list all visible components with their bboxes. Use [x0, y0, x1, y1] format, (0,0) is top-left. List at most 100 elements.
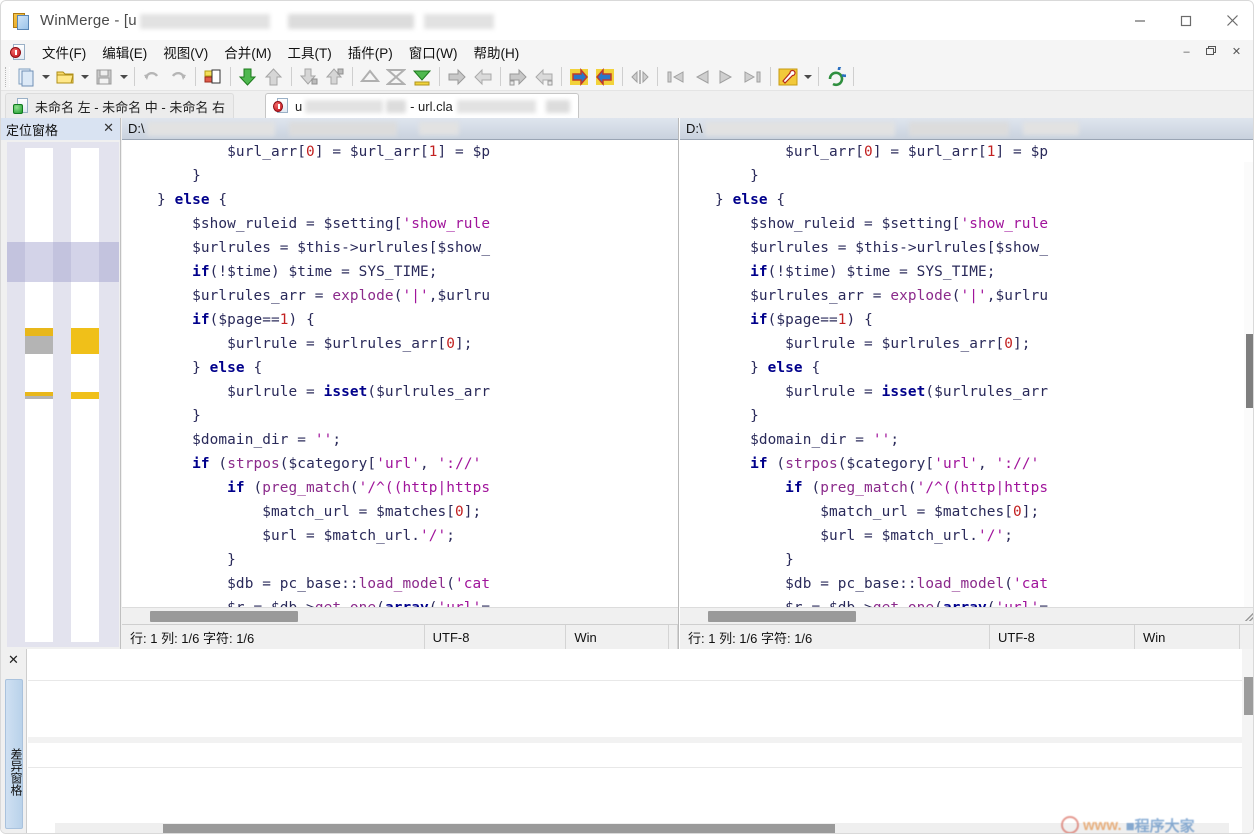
merge-down-green-icon[interactable]: [409, 64, 435, 90]
merge-collapse-icon[interactable]: [383, 64, 409, 90]
left-horizontal-scrollbar[interactable]: [122, 607, 678, 624]
toolbar-separator: [561, 67, 562, 86]
diff-marker-left-1-gray[interactable]: [25, 336, 53, 354]
first-difference-icon[interactable]: [662, 64, 688, 90]
location-pane: 定位窗格 ✕: [1, 118, 121, 649]
copy-left-and-advance-icon[interactable]: [531, 64, 557, 90]
toolbar-separator: [770, 67, 771, 86]
menu-plugins[interactable]: 插件(P): [340, 40, 401, 64]
diff-detail-hscroll-thumb[interactable]: [163, 824, 835, 833]
title-bar: WinMerge - [u: [1, 1, 1253, 40]
menu-view[interactable]: 视图(V): [155, 40, 216, 64]
redo-icon[interactable]: [165, 64, 191, 90]
menu-help[interactable]: 帮助(H): [465, 40, 527, 64]
code-line: $db = pc_base::load_model('cat: [122, 576, 491, 592]
watermark-text-orange: www.: [1083, 816, 1122, 834]
right-code-area[interactable]: $url_arr[0] = $url_arr[1] = $p } } else …: [680, 140, 1253, 614]
mdi-close-button[interactable]: ✕: [1224, 42, 1249, 61]
diff-detail-row-bottom: [28, 743, 1242, 768]
new-file-dropdown-icon[interactable]: [39, 64, 52, 90]
diff-detail-close-icon[interactable]: ✕: [8, 652, 19, 668]
left-status-eol: Win: [566, 624, 669, 650]
diff-detail-body[interactable]: [28, 649, 1242, 833]
location-pane-close-icon[interactable]: ✕: [103, 121, 114, 135]
tab-url-class[interactable]: u - url.cla: [265, 93, 579, 118]
right-vertical-scrollbar[interactable]: [1244, 162, 1253, 614]
diff-detail-vscrollbar[interactable]: [1242, 649, 1253, 833]
diff-marker-left-2-gray[interactable]: [25, 396, 53, 399]
copy-all-up-icon[interactable]: [261, 64, 287, 90]
last-difference-icon[interactable]: [740, 64, 766, 90]
show-differences-icon[interactable]: [200, 64, 226, 90]
diff-detail-hscrollbar[interactable]: [55, 823, 1229, 833]
location-pane-body[interactable]: [7, 142, 119, 647]
maximize-button[interactable]: [1163, 1, 1209, 40]
code-line: $urlrule = isset($urlrules_arr: [680, 384, 1049, 400]
save-dropdown-icon[interactable]: [117, 64, 130, 90]
menu-edit[interactable]: 编辑(E): [94, 40, 155, 64]
right-horizontal-scrollbar[interactable]: [680, 607, 1253, 624]
open-folder-dropdown-icon[interactable]: [78, 64, 91, 90]
diff-detail-vscroll-thumb[interactable]: [1244, 677, 1253, 715]
options-icon[interactable]: [775, 64, 801, 90]
new-file-icon[interactable]: [13, 64, 39, 90]
pane-resize-grip[interactable]: [1242, 610, 1253, 621]
right-file-path-header[interactable]: D:\: [680, 118, 1253, 140]
open-folder-icon[interactable]: [52, 64, 78, 90]
document-conflict-icon: [10, 43, 28, 61]
diff-marker-right-2[interactable]: [71, 392, 99, 399]
menu-merge[interactable]: 合并(M): [216, 40, 279, 64]
diff-detail-vertical-tab[interactable]: 差异窗格: [5, 679, 23, 829]
copy-up-diff-icon[interactable]: [322, 64, 348, 90]
next-difference-icon[interactable]: [714, 64, 740, 90]
right-hscroll-thumb[interactable]: [708, 611, 856, 622]
copy-to-right-icon[interactable]: [566, 64, 592, 90]
code-line: }: [680, 408, 759, 424]
toolbar-separator: [853, 67, 854, 86]
right-status-bar: 行: 1 列: 1/6 字符: 1/6 UTF-8 Win: [680, 624, 1253, 650]
diff-detail-sidebar: ✕ 差异窗格: [1, 649, 27, 833]
code-line: if (strpos($category['url', '://': [750, 456, 1040, 472]
copy-right-and-advance-icon[interactable]: [505, 64, 531, 90]
toolbar-separator: [134, 67, 135, 86]
code-line: $urlrules = $this->urlrules[$show_: [122, 240, 491, 256]
code-line: $url_arr[0] = $url_arr[1] = $p: [785, 144, 1049, 160]
left-hscroll-thumb[interactable]: [150, 611, 298, 622]
toolbar-grip[interactable]: [5, 66, 10, 87]
previous-difference-icon[interactable]: [688, 64, 714, 90]
options-dropdown-icon[interactable]: [801, 64, 814, 90]
diff-marker-right-1[interactable]: [71, 328, 99, 354]
location-selection-highlight: [7, 242, 119, 282]
right-file-pane: D:\ $url_arr[0] = $url_arr[1] = $p } } e…: [680, 118, 1253, 650]
mdi-minimize-button[interactable]: –: [1174, 42, 1199, 61]
compare-tab-icon: [13, 98, 30, 114]
copy-all-down-icon[interactable]: [235, 64, 261, 90]
tab-untitled-compare[interactable]: 未命名 左 - 未命名 中 - 未命名 右: [5, 93, 234, 118]
diff-marker-left-1[interactable]: [25, 328, 53, 336]
copy-down-diff-icon[interactable]: [296, 64, 322, 90]
menu-tools[interactable]: 工具(T): [280, 40, 340, 64]
copy-left-icon[interactable]: [470, 64, 496, 90]
refresh-icon[interactable]: [823, 64, 849, 90]
merge-up-icon[interactable]: [357, 64, 383, 90]
close-button[interactable]: [1209, 1, 1253, 40]
undo-icon[interactable]: [139, 64, 165, 90]
toolbar-separator: [439, 67, 440, 86]
compare-both-icon[interactable]: [627, 64, 653, 90]
menu-file[interactable]: 文件(F): [34, 40, 94, 64]
code-line: $match_url = $matches[0];: [680, 504, 1040, 520]
copy-to-left-icon[interactable]: [592, 64, 618, 90]
copy-right-icon[interactable]: [444, 64, 470, 90]
diff-detail-row-top: [28, 654, 1242, 681]
left-file-path-header[interactable]: D:\: [122, 118, 678, 140]
minimize-button[interactable]: [1117, 1, 1163, 40]
code-line: $urlrule = $urlrules_arr[0];: [680, 336, 1031, 352]
mdi-restore-button[interactable]: [1199, 42, 1224, 61]
left-code-area[interactable]: $url_arr[0] = $url_arr[1] = $p } } else …: [122, 140, 678, 614]
right-vscroll-thumb[interactable]: [1246, 334, 1253, 408]
menu-window[interactable]: 窗口(W): [401, 40, 466, 64]
save-icon[interactable]: [91, 64, 117, 90]
conflict-tab-icon: [273, 98, 290, 114]
code-line: $urlrules_arr = explode('|',$urlru: [680, 288, 1049, 304]
code-line: } else {: [680, 360, 821, 376]
